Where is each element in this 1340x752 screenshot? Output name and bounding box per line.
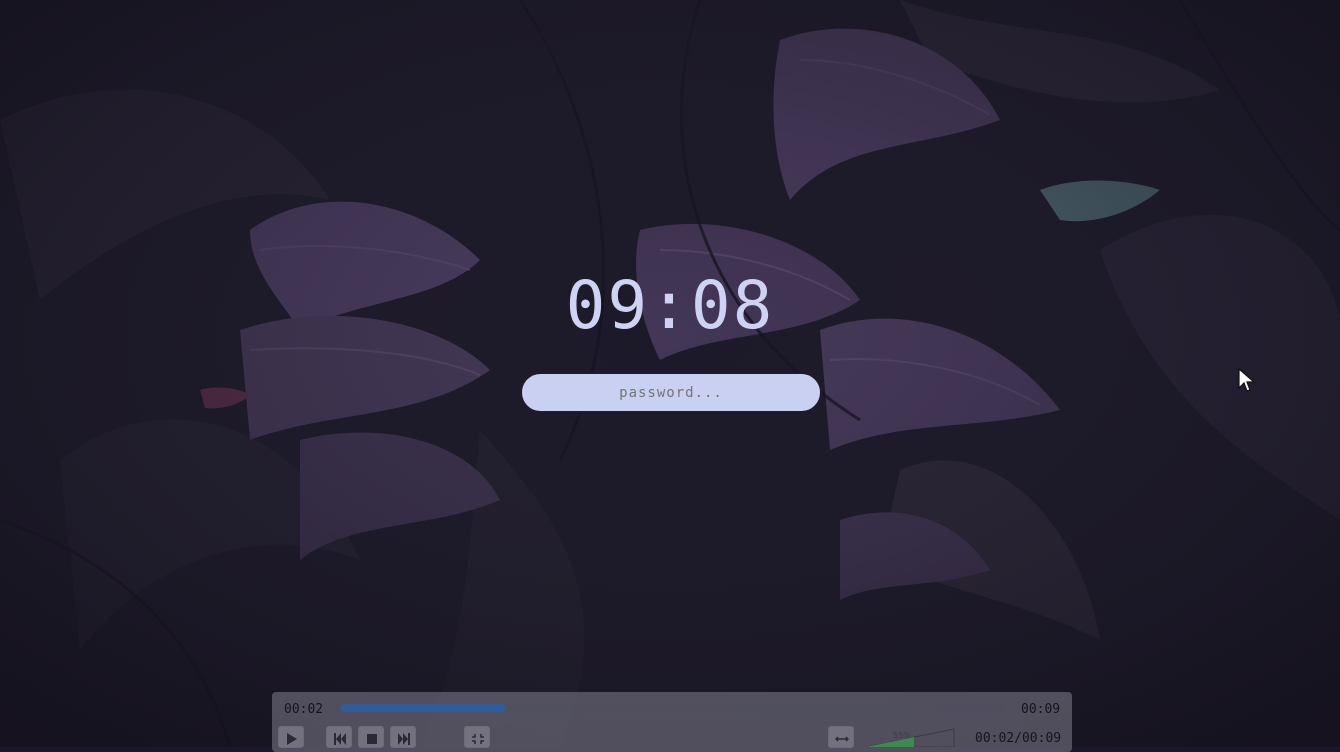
loop-button[interactable] [828,726,854,748]
volume-percentage: 55% [893,731,911,740]
password-input[interactable] [520,372,822,413]
next-button[interactable] [390,726,416,748]
fullscreen-icon [472,734,484,744]
elapsed-time: 00:02 [284,702,324,717]
stop-icon [367,734,377,744]
fullscreen-button[interactable] [464,726,490,748]
previous-icon [334,733,346,745]
loop-icon [835,736,849,742]
play-icon [287,733,297,745]
seek-bar[interactable] [340,704,1004,712]
next-icon [398,733,410,745]
play-button[interactable] [278,726,304,748]
duration-time: 00:09 [1021,702,1061,717]
lockscreen-clock: 09:08 [565,267,775,344]
previous-button[interactable] [326,726,352,748]
mouse-cursor-icon [1238,368,1256,392]
seek-progress [340,704,506,712]
volume-slider[interactable] [866,728,956,747]
time-readout: 00:02/00:09 [975,731,1062,746]
stop-button[interactable] [358,726,384,748]
